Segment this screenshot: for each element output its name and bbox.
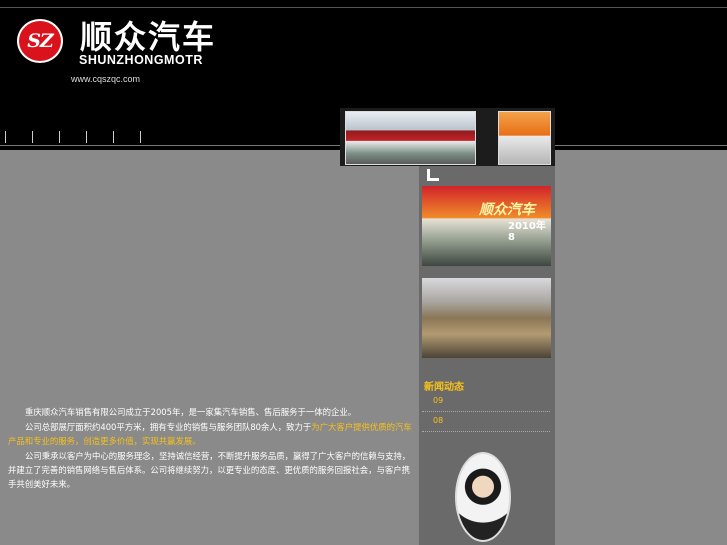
news-item-date: 08 xyxy=(433,416,444,425)
customer-service-avatar[interactable] xyxy=(455,452,511,542)
nav-item-3[interactable] xyxy=(59,131,73,143)
intro-paragraph-2: 公司总部展厅面积约400平方米，拥有专业的销售与服务团队80余人，致力于为广大客… xyxy=(8,420,413,448)
nav-divider-left xyxy=(0,145,340,146)
event-banner-text: 顺众汽车 xyxy=(479,202,535,218)
corner-bracket-icon xyxy=(427,169,439,181)
dealership-entrance-photo[interactable] xyxy=(498,111,551,165)
news-item[interactable]: 09 xyxy=(422,391,550,412)
event-banner-date: 2010年8 xyxy=(508,221,546,243)
news-item[interactable]: 08 xyxy=(422,411,550,432)
company-intro: 重庆顺众汽车销售有限公司成立于2005年，是一家集汽车销售、售后服务于一体的企业… xyxy=(8,405,413,492)
brand-name-en: SHUNZHONGMOTR xyxy=(79,53,203,67)
nav-divider-right xyxy=(555,145,727,146)
event-photo[interactable]: 顺众汽车 2010年8 xyxy=(422,186,551,266)
nav-item-2[interactable] xyxy=(32,131,46,143)
site-url[interactable]: www.cqszqc.com xyxy=(71,74,140,84)
nav-item-4[interactable] xyxy=(86,131,100,143)
news-item-date: 09 xyxy=(433,396,444,405)
nav-item-5[interactable] xyxy=(113,131,127,143)
nav-item-1[interactable] xyxy=(5,131,19,143)
dealership-front-photo[interactable] xyxy=(345,111,476,165)
brand-logo-icon[interactable]: SZ xyxy=(17,19,63,63)
brand-name-cn: 顺众汽车 xyxy=(80,18,217,56)
main-nav xyxy=(0,131,167,143)
nav-item-6[interactable] xyxy=(140,131,154,143)
top-divider xyxy=(0,7,727,8)
car-showcase-photo[interactable] xyxy=(422,278,551,358)
intro-paragraph-1: 重庆顺众汽车销售有限公司成立于2005年，是一家集汽车销售、售后服务于一体的企业… xyxy=(25,407,357,417)
intro-paragraph-3: 公司秉承以客户为中心的服务理念，坚持诚信经营，不断提升服务品质，赢得了广大客户的… xyxy=(8,451,411,489)
intro-text: 公司总部展厅面积约400平方米，拥有专业的销售与服务团队80余人，致力于 xyxy=(25,422,312,432)
